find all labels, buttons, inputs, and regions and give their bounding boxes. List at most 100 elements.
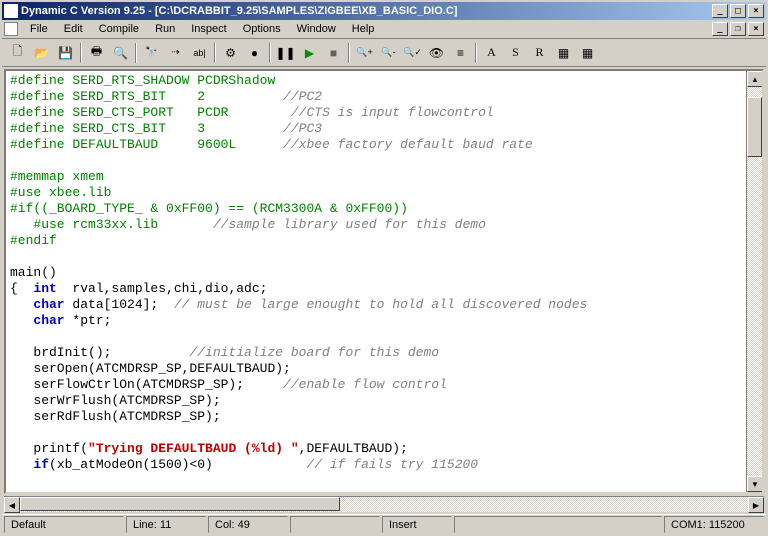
toggle-bp-button[interactable]: ● bbox=[243, 42, 266, 64]
pause-button[interactable]: ❚❚ bbox=[274, 42, 297, 64]
findnext-button[interactable]: ⇢ bbox=[164, 42, 187, 64]
new-button[interactable]: 🗋 bbox=[6, 42, 29, 64]
print-button[interactable]: 🖶 bbox=[85, 42, 108, 64]
menu-compile[interactable]: Compile bbox=[91, 21, 147, 37]
menu-edit[interactable]: Edit bbox=[56, 21, 91, 37]
toolbar: 🗋 📂 💾 🖶 🔍 🔭 ⇢ ab| ⚙ ● ❚❚ ▶ ■ 🔍+ 🔍- 🔍✓ 👁 … bbox=[2, 39, 766, 67]
code-comment: // if fails try 115200 bbox=[306, 457, 478, 472]
code-keyword: if bbox=[33, 457, 49, 472]
status-com: COM1: 115200 bbox=[664, 516, 764, 533]
status-blank1 bbox=[290, 516, 380, 533]
code-editor[interactable]: #define SERD_RTS_SHADOW PCDRShadow #defi… bbox=[6, 71, 746, 492]
run-button[interactable]: ▶ bbox=[298, 42, 321, 64]
code-text: ,DEFAULTBAUD); bbox=[299, 441, 408, 456]
code-comment: //initialize board for this demo bbox=[189, 345, 439, 360]
mdi-minimize-button[interactable]: _ bbox=[712, 22, 728, 36]
code-comment: //xbee factory default baud rate bbox=[283, 137, 533, 152]
close-button[interactable]: × bbox=[748, 4, 764, 18]
menubar: File Edit Compile Run Inspect Options Wi… bbox=[2, 20, 766, 39]
scroll-track[interactable] bbox=[747, 87, 762, 476]
scroll-down-button[interactable]: ▼ bbox=[747, 476, 763, 492]
zoomreset-button[interactable]: 🔍✓ bbox=[401, 42, 424, 64]
asm-button[interactable]: A bbox=[480, 42, 503, 64]
zoomout-button[interactable]: 🔍- bbox=[377, 42, 400, 64]
minimize-button[interactable]: _ bbox=[712, 4, 728, 18]
code-comment: //CTS is input flowcontrol bbox=[291, 105, 494, 120]
window-title: Dynamic C Version 9.25 - [C:\DCRABBIT_9.… bbox=[21, 5, 712, 17]
code-comment: //sample library used for this demo bbox=[213, 217, 486, 232]
list-button[interactable]: ≡ bbox=[449, 42, 472, 64]
code-line: #if((_BOARD_TYPE_ & 0xFF00) == (RCM3300A… bbox=[10, 201, 408, 216]
code-line: #define SERD_CTS_PORT PCDR bbox=[10, 105, 291, 120]
code-line: #use rcm33xx.lib bbox=[33, 217, 212, 232]
watch-button[interactable]: 👁 bbox=[425, 42, 448, 64]
mdi-close-button[interactable]: × bbox=[748, 22, 764, 36]
code-line: #endif bbox=[10, 233, 57, 248]
toolbar-separator bbox=[135, 43, 137, 63]
status-line: Line: 11 bbox=[126, 516, 206, 533]
code-keyword: char bbox=[33, 297, 64, 312]
editor-area: #define SERD_RTS_SHADOW PCDRShadow #defi… bbox=[4, 69, 764, 494]
status-insert: Insert bbox=[382, 516, 452, 533]
status-mode: Default bbox=[4, 516, 124, 533]
open-button[interactable]: 📂 bbox=[30, 42, 53, 64]
code-keyword: char bbox=[33, 313, 64, 328]
code-text: *ptr; bbox=[65, 313, 112, 328]
code-text: serWrFlush(ATCMDRSP_SP); bbox=[10, 393, 221, 408]
menu-options[interactable]: Options bbox=[235, 21, 289, 37]
status-col: Col: 49 bbox=[208, 516, 288, 533]
scroll-track[interactable] bbox=[20, 497, 748, 512]
reg-button[interactable]: R bbox=[528, 42, 551, 64]
scroll-up-button[interactable]: ▲ bbox=[747, 71, 763, 87]
code-text: rval,samples,chi,dio,adc; bbox=[57, 281, 268, 296]
main-window: Dynamic C Version 9.25 - [C:\DCRABBIT_9.… bbox=[0, 0, 768, 536]
code-text: serFlowCtrlOn(ATCMDRSP_SP); bbox=[10, 377, 283, 392]
mem1-button[interactable]: ▦ bbox=[552, 42, 575, 64]
scroll-right-button[interactable]: ▶ bbox=[748, 497, 764, 513]
menu-run[interactable]: Run bbox=[147, 21, 183, 37]
code-text: data[1024]; bbox=[65, 297, 174, 312]
vertical-scrollbar[interactable]: ▲ ▼ bbox=[746, 71, 762, 492]
code-text: brdInit(); bbox=[10, 345, 189, 360]
mem2-button[interactable]: ▦ bbox=[576, 42, 599, 64]
mdi-restore-button[interactable]: ❐ bbox=[730, 22, 746, 36]
zoomin-button[interactable]: 🔍+ bbox=[353, 42, 376, 64]
menu-window[interactable]: Window bbox=[289, 21, 344, 37]
code-line: #define SERD_RTS_BIT 2 bbox=[10, 89, 283, 104]
code-text: main() bbox=[10, 265, 57, 280]
replace-button[interactable]: ab| bbox=[188, 42, 211, 64]
code-line: #define DEFAULTBAUD 9600L bbox=[10, 137, 283, 152]
preview-button[interactable]: 🔍 bbox=[109, 42, 132, 64]
code-line: #define SERD_RTS_SHADOW PCDRShadow bbox=[10, 73, 275, 88]
toolbar-separator bbox=[269, 43, 271, 63]
code-line: #use xbee.lib bbox=[10, 185, 111, 200]
mdi-controls: _ ❐ × bbox=[712, 22, 764, 36]
titlebar: Dynamic C Version 9.25 - [C:\DCRABBIT_9.… bbox=[2, 2, 766, 20]
status-blank2 bbox=[454, 516, 662, 533]
compile-button[interactable]: ⚙ bbox=[219, 42, 242, 64]
scroll-thumb[interactable] bbox=[747, 97, 762, 157]
code-comment: //enable flow control bbox=[283, 377, 447, 392]
maximize-button[interactable]: □ bbox=[730, 4, 746, 18]
code-text: serOpen(ATCMDRSP_SP,DEFAULTBAUD); bbox=[10, 361, 291, 376]
menu-inspect[interactable]: Inspect bbox=[183, 21, 234, 37]
scroll-thumb[interactable] bbox=[20, 497, 340, 511]
horizontal-scrollbar[interactable]: ◀ ▶ bbox=[4, 496, 764, 512]
code-comment: // must be large enought to hold all dis… bbox=[174, 297, 587, 312]
code-text bbox=[10, 313, 33, 328]
stop-button[interactable]: ■ bbox=[322, 42, 345, 64]
menu-help[interactable]: Help bbox=[344, 21, 383, 37]
menu-file[interactable]: File bbox=[22, 21, 56, 37]
save-button[interactable]: 💾 bbox=[54, 42, 77, 64]
scroll-left-button[interactable]: ◀ bbox=[4, 497, 20, 513]
mdi-icon[interactable] bbox=[4, 22, 18, 36]
toolbar-separator bbox=[348, 43, 350, 63]
code-line: #memmap xmem bbox=[10, 169, 104, 184]
stack-button[interactable]: S bbox=[504, 42, 527, 64]
find-button[interactable]: 🔭 bbox=[140, 42, 163, 64]
code-text bbox=[10, 217, 33, 232]
statusbar: Default Line: 11 Col: 49 Insert COM1: 11… bbox=[2, 514, 766, 534]
code-comment: //PC3 bbox=[283, 121, 322, 136]
code-text bbox=[10, 457, 33, 472]
toolbar-separator bbox=[80, 43, 82, 63]
